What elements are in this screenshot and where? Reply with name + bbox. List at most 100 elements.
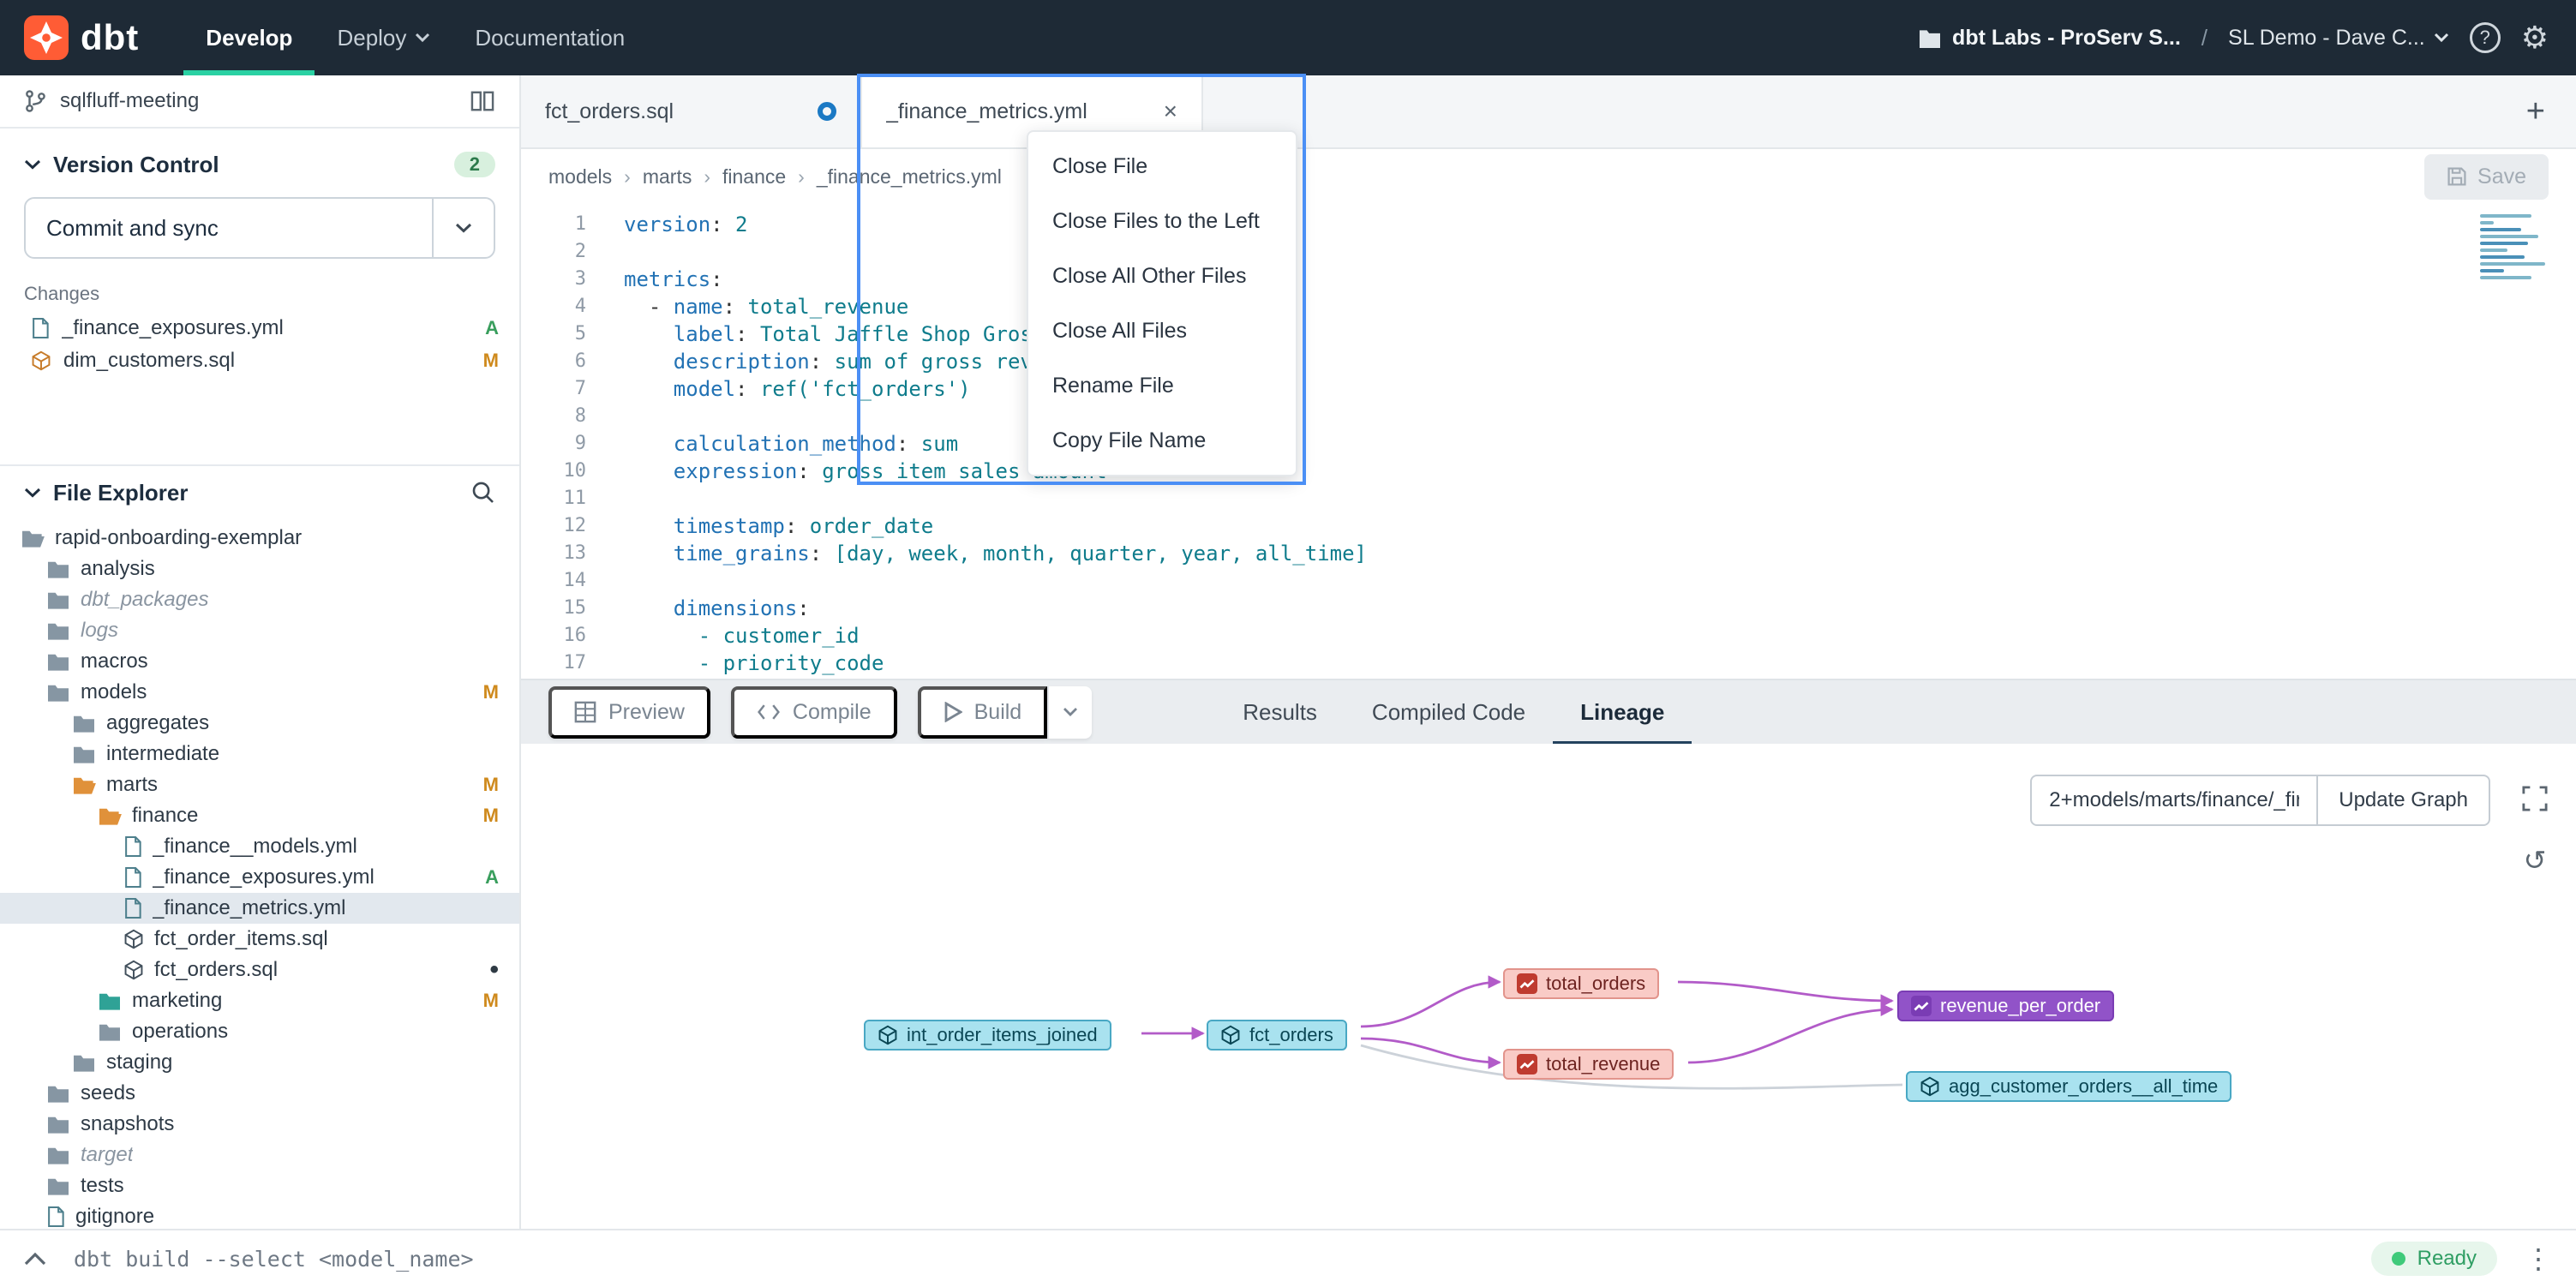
tree-item[interactable]: _finance_metrics.yml [0,893,519,924]
lineage-node-total_revenue[interactable]: total_revenue [1503,1049,1674,1080]
tab-lineage[interactable]: Lineage [1553,679,1692,745]
tree-item[interactable]: tests [0,1170,519,1201]
kebab-menu-icon[interactable]: ⋮ [2525,1242,2552,1275]
tree-item[interactable]: gitignore [0,1201,519,1229]
save-button[interactable]: Save [2424,154,2549,200]
update-graph-button[interactable]: Update Graph [2318,775,2490,826]
tree-item[interactable]: _finance__models.yml [0,831,519,862]
docs-book-icon[interactable] [470,90,495,112]
tab-compiled-code[interactable]: Compiled Code [1345,679,1553,745]
menu-item-close-file[interactable]: Close File [1028,139,1296,194]
minimap[interactable] [2480,214,2559,283]
nav-deploy[interactable]: Deploy [315,0,452,75]
folder-open-icon [98,805,122,826]
tree-item[interactable]: seeds [0,1078,519,1109]
status-badge: M [483,805,499,827]
account-switcher[interactable]: dbt Labs - ProServ S... [1918,26,2181,51]
breadcrumb-row: models › marts › finance › _finance_metr… [521,149,2576,204]
tree-item[interactable]: snapshots [0,1109,519,1140]
tree-item[interactable]: operations [0,1016,519,1047]
commit-options-chevron[interactable] [432,199,494,257]
commit-and-sync-button[interactable]: Commit and sync [24,197,495,259]
menu-item-close-all-other-files[interactable]: Close All Other Files [1028,248,1296,303]
nav-documentation[interactable]: Documentation [452,0,647,75]
change-item[interactable]: _finance_exposures.ymlA [0,312,519,344]
status-badge: M [483,681,499,703]
tree-item[interactable]: intermediate [0,739,519,769]
lineage-panel: Update Graph ↺ int_order_items_joinedfct… [521,744,2576,1229]
git-branch-row[interactable]: sqlfluff-meeting [0,75,519,129]
chevron-down-icon [24,488,41,498]
status-badge: M [483,774,499,796]
version-control-section: Version Control 2 Commit and sync Change… [0,129,519,466]
gear-icon[interactable]: ⚙ [2521,22,2549,53]
tree-item[interactable]: rapid-onboarding-exemplar [0,523,519,554]
file-explorer-header[interactable]: File Explorer [0,466,519,519]
save-icon [2447,166,2467,187]
close-icon[interactable]: × [1164,98,1177,125]
lineage-node-revenue_per_order[interactable]: revenue_per_order [1897,991,2114,1021]
metric-chart-icon [1517,1054,1537,1074]
tree-item[interactable]: dbt_packages [0,584,519,615]
tree-item[interactable]: target [0,1140,519,1170]
lineage-node-fct_orders[interactable]: fct_orders [1207,1020,1347,1051]
search-icon[interactable] [471,481,495,505]
status-badge: M [483,990,499,1012]
lineage-node-total_orders[interactable]: total_orders [1503,968,1659,999]
menu-item-rename-file[interactable]: Rename File [1028,358,1296,413]
preview-button[interactable]: Preview [548,686,710,739]
breadcrumb-item[interactable]: _finance_metrics.yml [817,165,1002,189]
tree-item[interactable]: fct_orders.sql• [0,955,519,985]
file-tree: rapid-onboarding-exemplaranalysisdbt_pac… [0,519,519,1229]
lineage-node-int_order_items_joined[interactable]: int_order_items_joined [864,1020,1111,1051]
command-input[interactable]: dbt build --select <model_name> [74,1247,2344,1272]
dbt-logo[interactable]: dbt [24,0,139,75]
chevron-up-icon [24,1252,46,1266]
change-item[interactable]: dim_customers.sqlM [0,344,519,377]
version-control-header[interactable]: Version Control 2 [0,142,519,187]
code-editor[interactable]: 1234567891011121314151617 version: 2 met… [521,204,2576,679]
tree-item[interactable]: _finance_exposures.ymlA [0,862,519,893]
breadcrumb-item[interactable]: marts [643,165,692,189]
tree-item[interactable]: modelsM [0,677,519,708]
menu-item-copy-file-name[interactable]: Copy File Name [1028,413,1296,468]
dbt-ide-app: dbt Develop Deploy Documentation dbt Lab… [0,0,2576,1287]
brand-text: dbt [81,17,139,58]
breadcrumb-item[interactable]: finance [722,165,786,189]
tab-fct-orders[interactable]: fct_orders.sql [521,75,862,147]
project-switcher[interactable]: SL Demo - Dave C... [2228,26,2449,51]
build-play-icon [944,702,962,722]
tab-results[interactable]: Results [1215,679,1345,745]
tree-item[interactable]: staging [0,1047,519,1078]
lineage-selector-input[interactable] [2030,775,2318,826]
new-tab-button[interactable]: + [2526,93,2545,130]
nav-develop[interactable]: Develop [183,0,315,75]
breadcrumb: models › marts › finance › _finance_metr… [548,165,1002,189]
tree-item[interactable]: fct_order_items.sql [0,924,519,955]
menu-item-close-files-to-the-left[interactable]: Close Files to the Left [1028,194,1296,248]
folder-icon [98,991,122,1011]
line-numbers: 1234567891011121314151617 [521,204,607,679]
tree-item[interactable]: martsM [0,769,519,800]
tree-item[interactable]: aggregates [0,708,519,739]
tree-item[interactable]: financeM [0,800,519,831]
file-icon [123,835,142,858]
tree-item[interactable]: macros [0,646,519,677]
build-options-chevron[interactable] [1047,686,1092,739]
compile-button[interactable]: Compile [731,686,897,739]
tree-item[interactable]: marketingM [0,985,519,1016]
sidebar: sqlfluff-meeting Version Control 2 Commi… [0,75,521,1229]
breadcrumb-item[interactable]: models [548,165,612,189]
chevron-down-icon [1063,707,1078,717]
code-content[interactable]: version: 2 metrics: - name: total_revenu… [607,204,2576,679]
tree-item[interactable]: logs [0,615,519,646]
lineage-node-agg_customer_orders__all_time[interactable]: agg_customer_orders__all_time [1906,1071,2232,1102]
folder-open-icon [21,528,45,548]
tree-item[interactable]: analysis [0,554,519,584]
file-icon [31,317,50,339]
build-button[interactable]: Build [918,686,1048,739]
menu-item-close-all-files[interactable]: Close All Files [1028,303,1296,358]
help-icon[interactable]: ? [2470,22,2501,53]
expand-panel-chevron[interactable] [24,1252,46,1266]
folder-icon [46,1176,70,1196]
